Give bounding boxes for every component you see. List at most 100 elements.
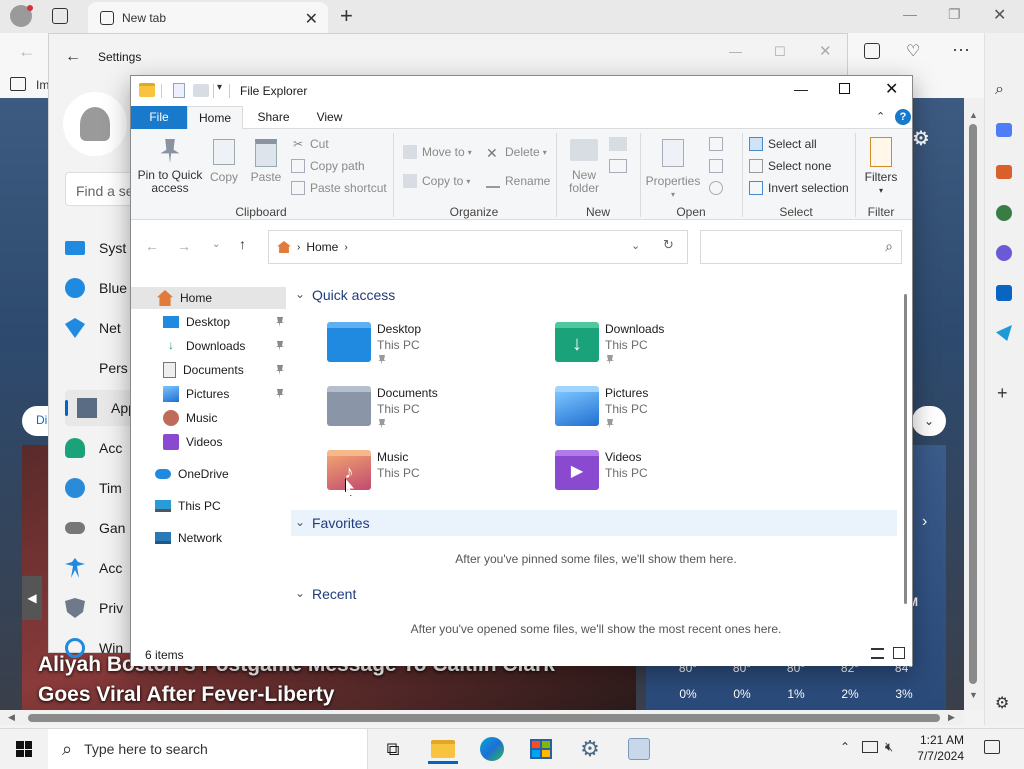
people-icon[interactable] [996, 205, 1012, 221]
nav-downloads[interactable]: ↓ Downloads [163, 335, 245, 357]
notifications-icon[interactable] [984, 740, 1000, 754]
scroll-right-icon[interactable]: ▶ [948, 712, 955, 723]
file-explorer-taskbar-icon[interactable] [428, 734, 458, 764]
edge-taskbar-icon[interactable] [477, 734, 507, 764]
taskbar-search-input[interactable]: ⌕ Type here to search [48, 729, 368, 769]
tab-view[interactable]: View [307, 106, 352, 129]
move-to-button[interactable]: Move to ▾ [403, 143, 472, 161]
filters-button[interactable]: Filters ▾ [859, 137, 903, 197]
refresh-icon[interactable]: ↻ [663, 237, 674, 253]
forward-icon[interactable]: → [177, 238, 191, 254]
nav-home[interactable]: Home [131, 287, 286, 309]
search-sidebar-icon[interactable]: ⌕ [995, 81, 1004, 99]
settings-back-icon[interactable]: ← [65, 48, 81, 66]
add-sidebar-icon[interactable]: + [997, 383, 1008, 404]
paste-shortcut-button[interactable]: Paste shortcut [291, 179, 387, 197]
task-view-icon[interactable]: ⧉ [378, 734, 408, 764]
import-favorites-icon[interactable] [10, 77, 26, 91]
store-taskbar-icon[interactable] [526, 734, 556, 764]
carousel-prev-icon[interactable]: ◀ [22, 576, 42, 620]
back-icon[interactable]: ← [145, 238, 159, 254]
history-icon[interactable] [709, 181, 723, 195]
tab-actions-icon[interactable] [52, 8, 68, 24]
news-more-chevron-icon[interactable]: ⌄ [912, 406, 946, 436]
tools-icon[interactable] [996, 165, 1012, 179]
quick-access-videos[interactable]: ▶ Videos This PC [555, 450, 775, 510]
address-crumb[interactable]: Home [306, 240, 338, 254]
content-scroll-thumb[interactable] [904, 294, 907, 604]
pin-to-quick-access-button[interactable]: Pin to Quick access [135, 139, 205, 195]
invert-selection-button[interactable]: Invert selection [749, 179, 849, 197]
delete-button[interactable]: ✕ Delete ▾ [486, 143, 547, 161]
explorer-title-bar[interactable]: ▾ File Explorer — ✕ [131, 76, 912, 106]
quick-access-desktop[interactable]: Desktop This PC [327, 322, 547, 382]
close-tab-icon[interactable]: ✕ [305, 9, 318, 29]
settings-close-icon[interactable]: ✕ [819, 42, 832, 60]
quick-access-pictures[interactable]: Pictures This PC [555, 386, 775, 446]
tab-home[interactable]: Home [187, 106, 243, 130]
outlook-icon[interactable] [996, 285, 1012, 301]
sidebar-settings-icon[interactable]: ⚙ [995, 693, 1009, 713]
address-bar[interactable]: › Home › ⌄ ↻ [268, 230, 688, 264]
cut-button[interactable]: ✂ Cut [291, 135, 329, 153]
nav-onedrive[interactable]: OneDrive [155, 463, 229, 485]
quick-access-header[interactable]: ⌄ Quick access [295, 284, 395, 306]
control-panel-taskbar-icon[interactable] [624, 734, 654, 764]
volume-muted-icon[interactable]: 🔇︎ [885, 739, 893, 755]
more-menu-icon[interactable]: ··· [952, 39, 970, 60]
show-hidden-icons-icon[interactable]: ⌃ [840, 740, 850, 754]
scroll-up-icon[interactable]: ▲ [969, 110, 978, 120]
tab-share[interactable]: Share [251, 106, 296, 129]
recent-locations-icon[interactable]: ⌄ [212, 239, 220, 250]
close-browser-icon[interactable]: ✕ [993, 5, 1006, 25]
settings-maximize-icon[interactable]: ☐ [774, 44, 786, 60]
details-view-icon[interactable] [871, 648, 884, 659]
weather-next-icon[interactable]: › [922, 513, 927, 531]
paste-button[interactable]: Paste [248, 139, 284, 184]
back-icon[interactable]: ← [18, 41, 36, 62]
rename-button[interactable]: Rename [486, 172, 550, 190]
microsoft365-icon[interactable] [996, 245, 1012, 261]
ribbon-collapse-icon[interactable]: ⌃ [876, 110, 885, 123]
scroll-left-icon[interactable]: ◀ [8, 712, 15, 723]
edit-icon[interactable] [709, 159, 723, 173]
select-none-button[interactable]: Select none [749, 157, 831, 175]
quick-access-documents[interactable]: Documents This PC [327, 386, 547, 446]
performance-icon[interactable]: ♡ [906, 41, 920, 61]
nav-desktop[interactable]: Desktop [163, 311, 230, 333]
favorites-header[interactable]: ⌄ Favorites [295, 512, 370, 534]
nav-music[interactable]: Music [163, 407, 217, 429]
scroll-down-icon[interactable]: ▼ [969, 690, 978, 700]
copy-button[interactable]: Copy [207, 139, 241, 184]
select-all-button[interactable]: Select all [749, 135, 817, 153]
copy-path-button[interactable]: Copy path [291, 157, 365, 175]
content-scrollbar[interactable] [901, 286, 911, 642]
up-icon[interactable]: ↑ [239, 236, 246, 252]
settings-gear-icon[interactable]: ⚙ [912, 126, 930, 151]
nav-network[interactable]: Network [155, 527, 222, 549]
qat-new-folder-icon[interactable] [193, 84, 209, 97]
recent-header[interactable]: ⌄ Recent [295, 583, 356, 605]
explorer-maximize-icon[interactable] [839, 83, 850, 94]
vertical-scroll-thumb[interactable] [969, 124, 977, 684]
telegram-icon[interactable] [996, 325, 1012, 341]
user-avatar[interactable] [63, 92, 127, 156]
shopping-icon[interactable] [996, 123, 1012, 137]
qat-customize-icon[interactable]: ▾ [217, 82, 222, 93]
address-history-icon[interactable]: ⌄ [631, 239, 640, 252]
open-icon[interactable] [709, 137, 723, 151]
quick-access-downloads[interactable]: ↓ Downloads This PC [555, 322, 775, 382]
large-icons-view-icon[interactable] [893, 647, 905, 659]
nav-pictures[interactable]: Pictures [163, 383, 229, 405]
new-item-icon[interactable] [609, 137, 627, 151]
explorer-minimize-icon[interactable]: — [794, 81, 808, 97]
restore-browser-icon[interactable]: ❐ [948, 6, 961, 23]
browser-tab[interactable]: New tab ✕ [88, 2, 328, 33]
easy-access-icon[interactable] [609, 159, 627, 173]
properties-button[interactable]: Properties ▾ [643, 139, 703, 201]
minimize-browser-icon[interactable]: — [903, 6, 917, 22]
settings-minimize-icon[interactable]: — [729, 44, 742, 59]
horizontal-scrollbar[interactable]: ◀ ▶ [0, 710, 964, 725]
network-tray-icon[interactable] [862, 741, 878, 753]
explorer-close-icon[interactable]: ✕ [885, 79, 898, 99]
